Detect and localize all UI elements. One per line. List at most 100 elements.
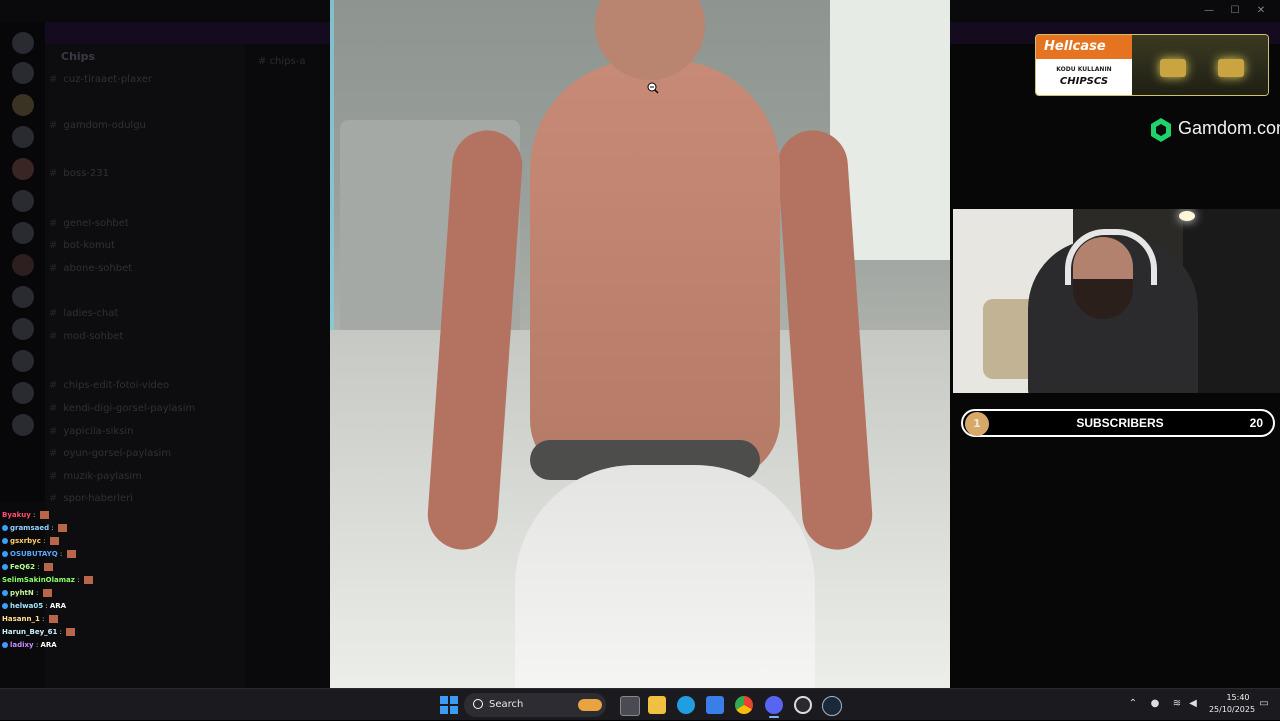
channel-item[interactable]: # cuz-tiraaet-plaxer: [49, 74, 239, 90]
hellcase-promo-line: KODU KULLANIN: [1056, 66, 1112, 73]
wifi-icon[interactable]: ≋: [1171, 698, 1183, 710]
hellcase-logo: Hellcase: [1036, 35, 1132, 59]
clock-date[interactable]: 25/10/2025: [1206, 705, 1258, 714]
server-icon[interactable]: [12, 318, 34, 340]
chat-text: ARA: [40, 641, 57, 649]
chat-separator: :: [57, 550, 65, 558]
video-cushion: [515, 465, 815, 688]
channel-item[interactable]: # chips-edit-fotoi-video: [49, 380, 239, 396]
channel-item[interactable]: # bot-komut: [49, 240, 239, 256]
taskbar-search[interactable]: Search: [464, 693, 606, 717]
edge-icon[interactable]: [677, 696, 695, 714]
microphone-icon[interactable]: ●: [1149, 698, 1161, 710]
channel-label: kendi-digi-gorsel-paylasim: [63, 403, 196, 414]
task-view-icon[interactable]: [620, 696, 640, 716]
clock-time[interactable]: 15:40: [1218, 693, 1258, 702]
search-icon: [473, 699, 483, 709]
zoom-out-cursor-icon: [647, 82, 659, 94]
channel-item[interactable]: # boss-231: [49, 168, 239, 184]
server-icon[interactable]: [12, 414, 34, 436]
server-icon[interactable]: [12, 286, 34, 308]
file-explorer-icon[interactable]: [648, 696, 666, 714]
channel-item[interactable]: # oyun-gorsel-paylasim: [49, 448, 239, 464]
server-icon[interactable]: [12, 222, 34, 244]
server-icon[interactable]: [12, 350, 34, 372]
store-icon[interactable]: [706, 696, 724, 714]
channel-item[interactable]: # genel-sohbet: [49, 218, 239, 234]
hellcase-chests: [1132, 35, 1268, 95]
gamdom-logo-icon: [1151, 118, 1171, 142]
channel-item[interactable]: # mod-sohbet: [49, 331, 239, 347]
chat-emote-icon: [57, 524, 67, 532]
maximize-icon[interactable]: ☐: [1228, 4, 1242, 18]
minimize-icon[interactable]: —: [1202, 4, 1216, 18]
chat-username: SelimSakinOlamaz: [2, 576, 75, 584]
subscriber-count: 1: [965, 412, 989, 436]
server-icon[interactable]: [12, 254, 34, 276]
channel-label: chips-edit-fotoi-video: [63, 380, 170, 391]
channel-item[interactable]: # ladies-chat: [49, 308, 239, 324]
channel-item[interactable]: # abone-sohbet: [49, 263, 239, 279]
discord-icon[interactable]: [765, 696, 783, 714]
chat-username: ladixy: [10, 641, 34, 649]
channel-item[interactable]: # spor-haberleri: [49, 493, 239, 509]
stream-video[interactable]: [330, 0, 950, 688]
chevron-up-icon[interactable]: ⌃: [1127, 698, 1139, 710]
server-rail: [0, 22, 45, 502]
chat-message: Harun_Bey_61 :: [2, 626, 162, 639]
start-icon[interactable]: [440, 696, 458, 714]
channel-label: mod-sohbet: [63, 331, 124, 342]
server-icon[interactable]: [12, 62, 34, 84]
channel-label: boss-231: [63, 168, 109, 179]
chat-message: gramsaed :: [2, 522, 162, 535]
chat-badge-icon: [2, 642, 8, 648]
server-icon[interactable]: [12, 158, 34, 180]
chest-icon: [1160, 59, 1186, 77]
chat-emote-icon: [66, 628, 76, 636]
chat-emote-icon: [49, 537, 59, 545]
obs-icon[interactable]: [794, 696, 812, 714]
subscriber-target: 20: [1249, 416, 1263, 430]
hellcase-promo-code: CHIPSCS: [1059, 76, 1109, 87]
chat-username: helwa05: [10, 602, 44, 610]
volume-icon[interactable]: ◀: [1187, 698, 1199, 710]
server-icon[interactable]: [12, 94, 34, 116]
chat-message: pyhtN :: [2, 587, 162, 600]
chat-message: Hasann_1 :: [2, 613, 162, 626]
channel-label: ladies-chat: [63, 308, 119, 319]
chat-emote-icon: [48, 615, 58, 623]
hellcase-banner[interactable]: Hellcase KODU KULLANIN CHIPSCS: [1035, 34, 1269, 96]
chat-username: OSUBUTAYQ: [10, 550, 58, 558]
channel-item[interactable]: # kendi-digi-gorsel-paylasim: [49, 403, 239, 419]
server-name[interactable]: Chips: [61, 50, 95, 63]
channel-item[interactable]: # gamdom-odulgu: [49, 120, 239, 136]
close-icon[interactable]: ✕: [1254, 4, 1268, 18]
chat-message: FeQ62 :: [2, 561, 162, 574]
channel-item[interactable]: # muzik-paylasim: [49, 471, 239, 487]
notification-icon[interactable]: ▭: [1258, 698, 1270, 710]
chat-username: Byakuy: [2, 511, 31, 519]
server-icon[interactable]: [12, 190, 34, 212]
channel-item[interactable]: # yapicila-siksin: [49, 426, 239, 442]
chat-separator: :: [74, 576, 82, 584]
chat-emote-icon: [42, 589, 52, 597]
server-icon[interactable]: [12, 32, 34, 54]
subscriber-goal-bar: SUBSCRIBERS 1 20: [961, 409, 1275, 437]
gamdom-banner[interactable]: Gamdom.com: [1150, 117, 1280, 143]
search-highlight-icon: [578, 699, 602, 711]
chat-username: FeQ62: [10, 563, 35, 571]
chat-badge-icon: [2, 538, 8, 544]
chat-emote-icon: [83, 576, 93, 584]
server-icon[interactable]: [12, 126, 34, 148]
chrome-icon[interactable]: [735, 696, 753, 714]
chat-separator: :: [39, 615, 47, 623]
steam-icon[interactable]: [822, 696, 842, 716]
chat-separator: :: [34, 563, 42, 571]
chat-separator: :: [40, 537, 48, 545]
server-icon[interactable]: [12, 382, 34, 404]
headset-icon: [1065, 229, 1157, 285]
chat-separator: :: [33, 589, 41, 597]
chat-separator: :: [49, 524, 56, 532]
chat-text: ARA: [49, 602, 67, 610]
hellcase-promo-panel: Hellcase KODU KULLANIN CHIPSCS: [1036, 35, 1132, 95]
